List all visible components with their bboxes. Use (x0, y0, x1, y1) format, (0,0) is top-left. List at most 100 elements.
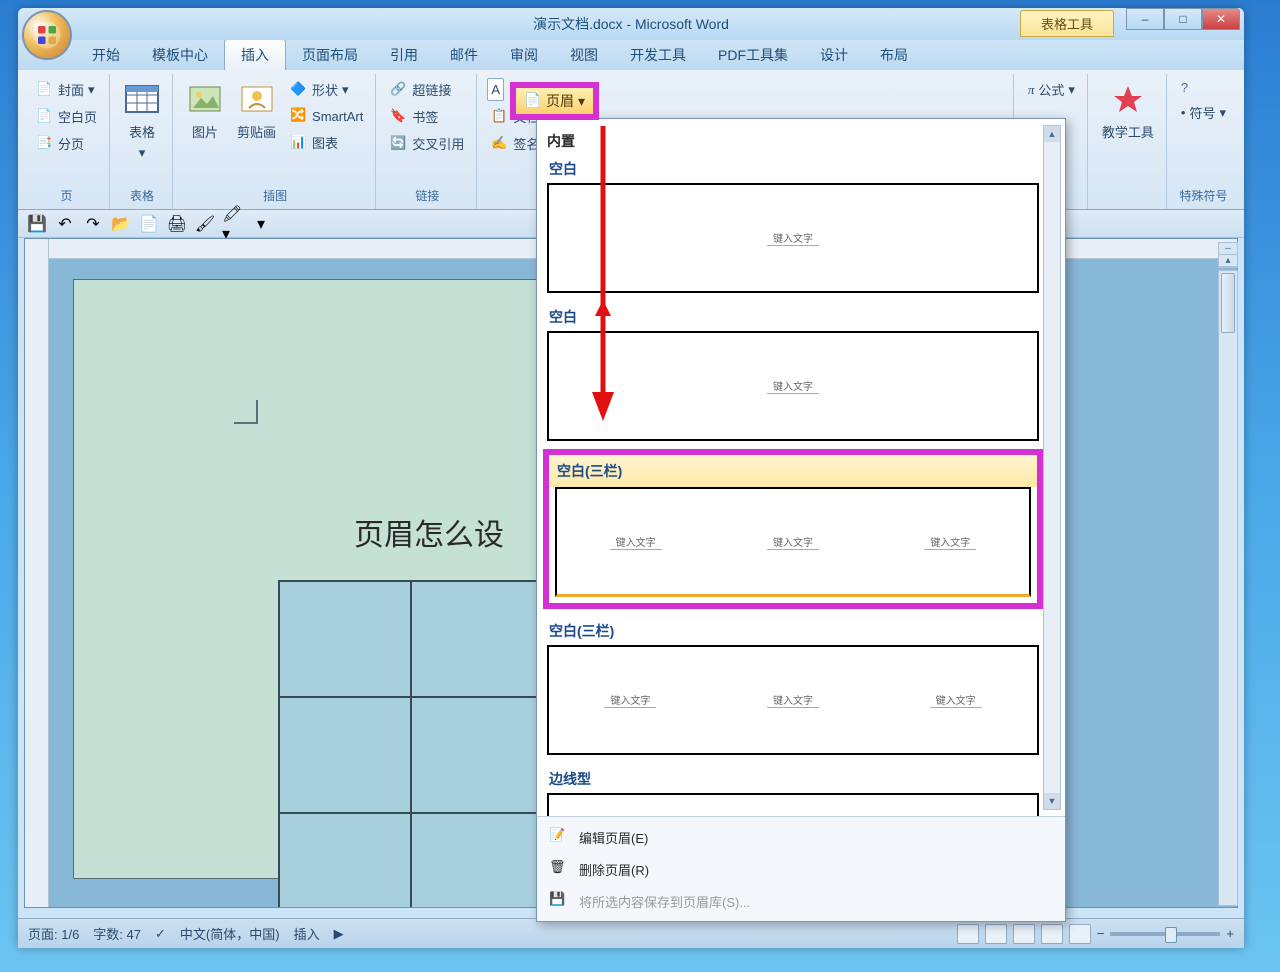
view-web-icon[interactable] (1013, 924, 1035, 944)
equation-button[interactable]: π 公式 ▾ (1024, 78, 1079, 101)
blank-icon: 📄 (36, 108, 54, 126)
page-status[interactable]: 页面: 1/6 (28, 924, 79, 943)
brush-icon[interactable]: 🖌 (194, 213, 216, 235)
gallery-preview: [键入文档标题] (547, 793, 1039, 816)
view-outline-icon[interactable] (1041, 924, 1063, 944)
tab-布局[interactable]: 布局 (864, 40, 924, 70)
save-icon[interactable]: 💾 (26, 213, 48, 235)
tab-视图[interactable]: 视图 (554, 40, 614, 70)
star-icon (1110, 82, 1146, 118)
scroll-up-icon[interactable]: ▲ (1044, 126, 1060, 142)
teaching-button[interactable]: 教学工具 (1098, 78, 1158, 145)
picture-button[interactable]: 图片 (183, 78, 227, 145)
ribbon-tabs: 开始模板中心插入页面布局引用邮件审阅视图开发工具PDF工具集设计布局 (18, 40, 1244, 70)
gallery-item[interactable]: 空白键入文字 (547, 155, 1039, 293)
office-button[interactable] (22, 10, 72, 60)
page-break-button[interactable]: 📑分页 (32, 132, 88, 155)
zoom-out-icon[interactable]: − (1097, 926, 1105, 941)
scroll-down-icon[interactable]: ▼ (1044, 793, 1060, 809)
edit-icon: 📝 (549, 827, 569, 847)
delete-icon: 🗑 (549, 859, 569, 879)
gallery-item-title: 边线型 (547, 765, 1039, 793)
footer-item-label: 编辑页眉(E) (579, 828, 648, 847)
view-print-icon[interactable] (957, 924, 979, 944)
cover-page-button[interactable]: 📄封面 ▾ (32, 78, 99, 101)
clipart-button[interactable]: 剪贴画 (233, 78, 280, 145)
gallery-item-title: 空白 (547, 303, 1039, 331)
gallery-item[interactable]: 边线型[键入文档标题] (547, 765, 1039, 816)
redo-icon[interactable]: ↷ (82, 213, 104, 235)
break-icon: 📑 (36, 135, 54, 153)
shapes-icon: 🔷 (290, 81, 308, 99)
tab-模板中心[interactable]: 模板中心 (136, 40, 224, 70)
tab-设计[interactable]: 设计 (804, 40, 864, 70)
chart-icon: 📊 (290, 134, 308, 152)
smartart-icon: 🔀 (290, 107, 308, 125)
scrollbar-thumb[interactable] (1221, 273, 1235, 333)
shapes-button[interactable]: 🔷形状 ▾ (286, 78, 367, 101)
gallery-scrollbar[interactable]: ▲ ▼ (1043, 125, 1061, 810)
table-button[interactable]: 表格 ▾ (120, 78, 164, 165)
tab-PDF工具集[interactable]: PDF工具集 (702, 40, 804, 70)
maximize-button[interactable]: □ (1164, 8, 1202, 30)
gallery-preview: 键入文字 (547, 331, 1039, 441)
blank-page-button[interactable]: 📄空白页 (32, 105, 101, 128)
macro-icon[interactable]: ▶ (334, 926, 344, 942)
save-icon: 💾 (549, 891, 569, 911)
zoom-slider[interactable] (1110, 932, 1220, 936)
tab-邮件[interactable]: 邮件 (434, 40, 494, 70)
print-icon[interactable]: 🖨 (166, 213, 188, 235)
footer-edit[interactable]: 📝 编辑页眉(E) (537, 821, 1065, 853)
window-controls: – □ ✕ (1126, 8, 1240, 30)
symbol-button[interactable]: • 符号 ▾ (1177, 101, 1230, 124)
view-read-icon[interactable] (985, 924, 1007, 944)
gallery-item[interactable]: 空白键入文字 (547, 303, 1039, 441)
zoom-in-icon[interactable]: + (1226, 926, 1234, 941)
chart-button[interactable]: 📊图表 (286, 131, 367, 154)
tab-引用[interactable]: 引用 (374, 40, 434, 70)
group-label: 表格 (120, 184, 164, 207)
language-status[interactable]: 中文(简体，中国) (180, 924, 280, 943)
document-table[interactable] (278, 580, 544, 907)
bookmark-button[interactable]: 🔖书签 (386, 105, 442, 128)
smartart-button[interactable]: 🔀SmartArt (286, 105, 367, 127)
cover-icon: 📄 (36, 81, 54, 99)
gallery-item-title: 空白(三栏) (549, 455, 1037, 487)
header-button-label: 页眉 (546, 91, 574, 111)
crossref-icon: 🔄 (390, 135, 408, 153)
gallery-footer: 📝编辑页眉(E)🗑删除页眉(R)💾将所选内容保存到页眉库(S)... (537, 816, 1065, 921)
hyperlink-button[interactable]: 🔗超链接 (386, 78, 455, 101)
new-icon[interactable]: 📄 (138, 213, 160, 235)
view-draft-icon[interactable] (1069, 924, 1091, 944)
minimize-button[interactable]: – (1126, 8, 1164, 30)
open-icon[interactable]: 📂 (110, 213, 132, 235)
page-heading[interactable]: 页眉怎么设 (354, 510, 504, 554)
insert-mode[interactable]: 插入 (294, 924, 320, 943)
word-count[interactable]: 字数: 47 (93, 924, 141, 943)
highlight-icon[interactable]: 🖍▾ (222, 213, 244, 235)
gallery-item[interactable]: 空白(三栏)键入文字键入文字键入文字 (543, 449, 1043, 609)
undo-icon[interactable]: ↶ (54, 213, 76, 235)
clipart-icon (239, 82, 275, 118)
context-tab-table-tools[interactable]: 表格工具 (1020, 10, 1114, 37)
header-gallery-dropdown: 内置 空白键入文字空白键入文字空白(三栏)键入文字键入文字键入文字空白(三栏)键… (536, 118, 1066, 922)
gallery-item[interactable]: 空白(三栏)键入文字键入文字键入文字 (547, 617, 1039, 755)
header-icon: 📄 (524, 92, 542, 110)
gallery-scroll[interactable]: 内置 空白键入文字空白键入文字空白(三栏)键入文字键入文字键入文字空白(三栏)键… (537, 119, 1065, 816)
more-icon[interactable]: ▾ (250, 213, 272, 235)
tab-页面布局[interactable]: 页面布局 (286, 40, 374, 70)
vertical-scrollbar[interactable] (1218, 270, 1238, 906)
tab-审阅[interactable]: 审阅 (494, 40, 554, 70)
proof-icon[interactable]: ✓ (155, 926, 166, 942)
textbox-button[interactable]: A (487, 78, 504, 101)
split-toggle[interactable]: –▴ (1218, 242, 1238, 268)
tab-开始[interactable]: 开始 (76, 40, 136, 70)
close-button[interactable]: ✕ (1202, 8, 1240, 30)
vertical-ruler[interactable] (25, 239, 49, 907)
help-button[interactable]: ? (1177, 78, 1192, 97)
footer-delete[interactable]: 🗑删除页眉(R) (537, 853, 1065, 885)
header-button-highlighted[interactable]: 📄 页眉 ▾ (510, 82, 599, 120)
crossref-button[interactable]: 🔄交叉引用 (386, 132, 468, 155)
tab-开发工具[interactable]: 开发工具 (614, 40, 702, 70)
tab-插入[interactable]: 插入 (224, 39, 286, 70)
